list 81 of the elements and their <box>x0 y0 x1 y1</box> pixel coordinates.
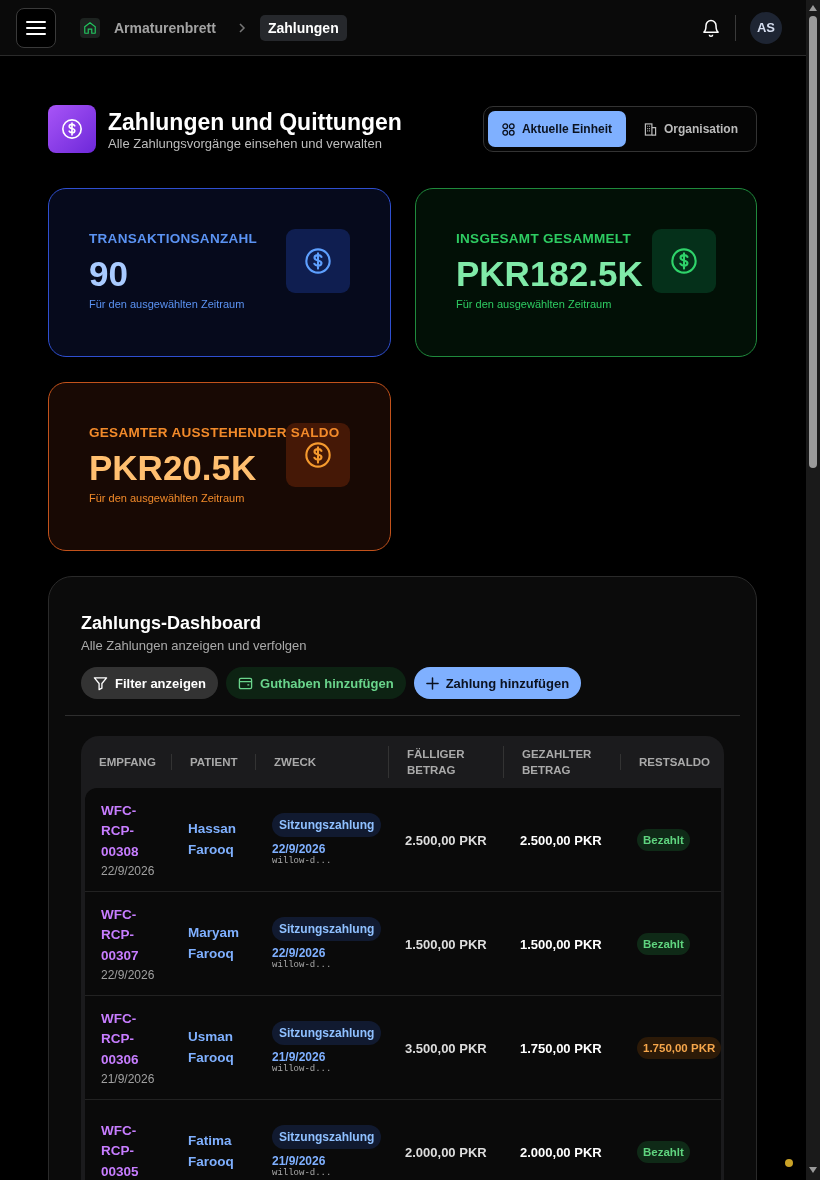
dollar-icon <box>286 423 350 487</box>
balance-badge: Bezahlt <box>637 1140 690 1163</box>
dollar-icon <box>652 229 716 293</box>
stat-label: GESAMTER AUSSTEHENDER SALDO <box>89 425 340 440</box>
panel-subtitle: Alle Zahlungen anzeigen und verfolgen <box>81 638 308 653</box>
scrollbar-thumb[interactable] <box>809 16 817 468</box>
breadcrumb-link[interactable]: Armaturenbrett <box>106 14 224 41</box>
stat-label: TRANSAKTIONSANZAHL <box>89 231 258 246</box>
wallet-icon <box>238 675 254 691</box>
column-header: ZWECK <box>255 754 388 770</box>
filter-icon <box>93 675 108 691</box>
purpose-badge: Sitzungszahlung <box>272 813 382 837</box>
breadcrumb-link[interactable]: Zahlungen <box>259 14 347 41</box>
panel-title: Zahlungs-Dashboard <box>81 613 262 634</box>
building-icon <box>644 122 657 136</box>
action-button[interactable]: Guthaben hinzufügen <box>226 667 406 699</box>
purpose-reference: willow-d... <box>272 856 333 866</box>
page-subtitle: Alle Zahlungsvorgänge einsehen und verwalten <box>108 135 383 151</box>
patient-name[interactable]: Usman Farooq <box>188 1027 248 1068</box>
column-header: FÄLLIGER BETRAG <box>388 746 503 778</box>
menu-button[interactable] <box>16 7 56 48</box>
receipt-number[interactable]: WFC-RCP-00307 <box>101 904 151 967</box>
bell-icon[interactable] <box>701 17 721 38</box>
plus-icon <box>425 676 439 690</box>
action-button[interactable]: Zahlung hinzufügen <box>413 667 582 699</box>
scroll-down-icon[interactable] <box>808 1166 818 1174</box>
grid-icon <box>501 122 515 136</box>
receipt-date: 22/9/2026 <box>101 968 156 983</box>
purpose-badge: Sitzungszahlung <box>272 1021 382 1045</box>
stat-value: PKR182.5K <box>456 254 643 294</box>
receipt-date: 22/9/2026 <box>101 864 156 879</box>
paid-amount: 1.750,00 PKR <box>520 1040 602 1056</box>
chevron-right-icon <box>237 21 246 34</box>
receipt-date: 21/9/2026 <box>101 1072 156 1087</box>
patient-name[interactable]: Maryam Farooq <box>188 923 248 964</box>
scope-tab[interactable]: Organisation <box>630 111 752 147</box>
balance-badge: 1.750,00 PKR <box>637 1036 722 1059</box>
purpose-reference: willow-d... <box>272 960 333 970</box>
paid-amount: 2.000,00 PKR <box>520 1144 602 1160</box>
indicator-dot <box>785 1159 793 1167</box>
column-header: PATIENT <box>171 754 255 770</box>
purpose-date: 22/9/2026 <box>272 842 327 856</box>
receipt-number[interactable]: WFC-RCP-00308 <box>101 800 151 863</box>
stat-note: Für den ausgewählten Zeitraum <box>456 298 612 310</box>
user-avatar[interactable]: AS <box>750 11 782 44</box>
column-header: RESTSALDO <box>620 754 723 770</box>
due-amount: 2.500,00 PKR <box>405 832 487 848</box>
scroll-up-icon[interactable] <box>808 4 818 12</box>
column-header: GEZAHLTER BETRAG <box>503 746 620 778</box>
column-header: EMPFANG <box>98 755 157 770</box>
balance-badge: Bezahlt <box>637 932 690 955</box>
receipt-number[interactable]: WFC-RCP-00305 <box>101 1120 151 1180</box>
due-amount: 3.500,00 PKR <box>405 1040 487 1056</box>
patient-name[interactable]: Hassan Farooq <box>188 819 248 860</box>
paid-amount: 2.500,00 PKR <box>520 832 602 848</box>
purpose-badge: Sitzungszahlung <box>272 1125 382 1149</box>
purpose-reference: willow-d... <box>272 1168 333 1178</box>
dollar-icon <box>48 105 96 153</box>
scope-tab[interactable]: Aktuelle Einheit <box>487 111 626 147</box>
purpose-date: 21/9/2026 <box>272 1154 327 1168</box>
stat-value: 90 <box>89 254 128 294</box>
action-button[interactable]: Filter anzeigen <box>81 667 219 699</box>
purpose-badge: Sitzungszahlung <box>272 917 382 941</box>
due-amount: 1.500,00 PKR <box>405 936 487 952</box>
menu-icon <box>26 19 46 36</box>
purpose-reference: willow-d... <box>272 1064 333 1074</box>
dollar-icon <box>286 229 350 293</box>
purpose-date: 21/9/2026 <box>272 1050 327 1064</box>
page-title: Zahlungen und Quittungen <box>108 107 402 136</box>
home-icon <box>80 17 100 38</box>
receipt-number[interactable]: WFC-RCP-00306 <box>101 1008 151 1071</box>
paid-amount: 1.500,00 PKR <box>520 936 602 952</box>
stat-label: INSGESAMT GESAMMELT <box>456 231 631 246</box>
scrollbar[interactable] <box>806 0 820 1180</box>
due-amount: 2.000,00 PKR <box>405 1144 487 1160</box>
purpose-date: 22/9/2026 <box>272 946 327 960</box>
stat-note: Für den ausgewählten Zeitraum <box>89 492 245 504</box>
stat-note: Für den ausgewählten Zeitraum <box>89 298 245 310</box>
patient-name[interactable]: Fatima Farooq <box>188 1131 248 1172</box>
stat-value: PKR20.5K <box>89 448 257 488</box>
balance-badge: Bezahlt <box>637 828 690 851</box>
